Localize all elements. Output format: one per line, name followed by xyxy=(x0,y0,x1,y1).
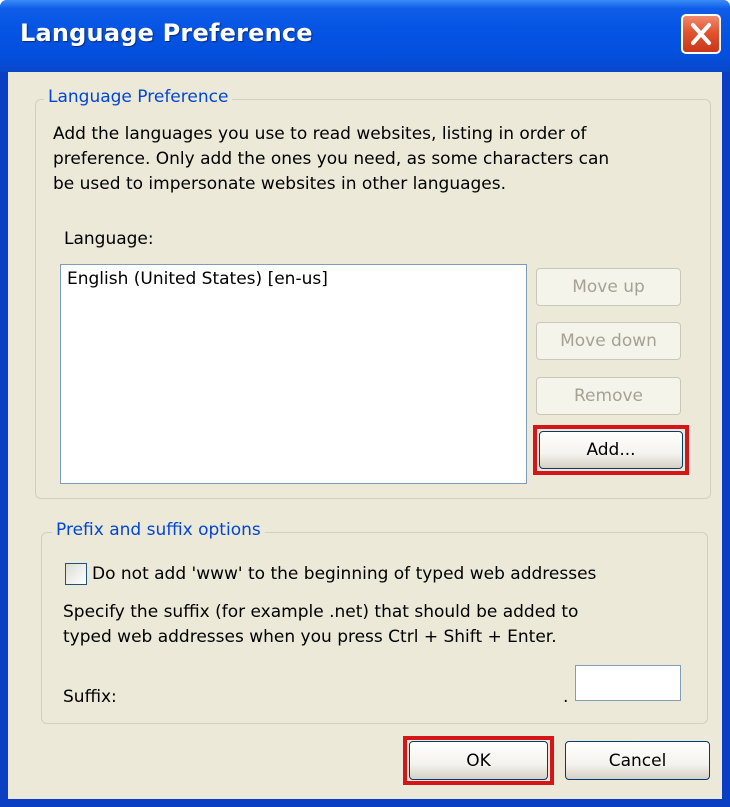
www-checkbox[interactable] xyxy=(65,563,87,585)
dialog-window: Language Preference Language Preference … xyxy=(0,0,730,807)
language-description-line1: Add the languages you use to read websit… xyxy=(53,124,587,144)
suffix-label: Suffix: xyxy=(63,687,117,707)
language-listbox[interactable]: English (United States) [en-us] xyxy=(60,264,527,484)
language-description-line3: be used to impersonate websites in other… xyxy=(53,174,507,194)
group-title-prefix: Prefix and suffix options xyxy=(52,520,265,540)
remove-button[interactable]: Remove xyxy=(536,377,681,415)
suffix-dot: . xyxy=(563,687,569,707)
title-bar[interactable]: Language Preference xyxy=(0,0,730,72)
dialog-client-area: Language Preference Add the languages yo… xyxy=(8,72,722,799)
move-down-button[interactable]: Move down xyxy=(536,322,681,360)
suffix-description-line2: typed web addresses when you press Ctrl … xyxy=(63,627,557,647)
window-title: Language Preference xyxy=(20,19,313,47)
move-up-button[interactable]: Move up xyxy=(536,268,681,306)
www-checkbox-label[interactable]: Do not add 'www' to the beginning of typ… xyxy=(92,562,596,587)
language-list-item[interactable]: English (United States) [en-us] xyxy=(67,269,328,289)
group-title-language: Language Preference xyxy=(44,87,233,107)
close-icon xyxy=(691,23,711,45)
ok-button[interactable]: OK xyxy=(409,741,548,780)
suffix-description-line1: Specify the suffix (for example .net) th… xyxy=(63,602,579,622)
suffix-input[interactable] xyxy=(575,665,681,701)
language-description-line2: preference. Only add the ones you need, … xyxy=(53,149,610,169)
add-button[interactable]: Add... xyxy=(539,431,683,469)
close-button[interactable] xyxy=(681,14,721,54)
language-list-label: Language: xyxy=(64,229,154,249)
cancel-button[interactable]: Cancel xyxy=(565,741,710,780)
